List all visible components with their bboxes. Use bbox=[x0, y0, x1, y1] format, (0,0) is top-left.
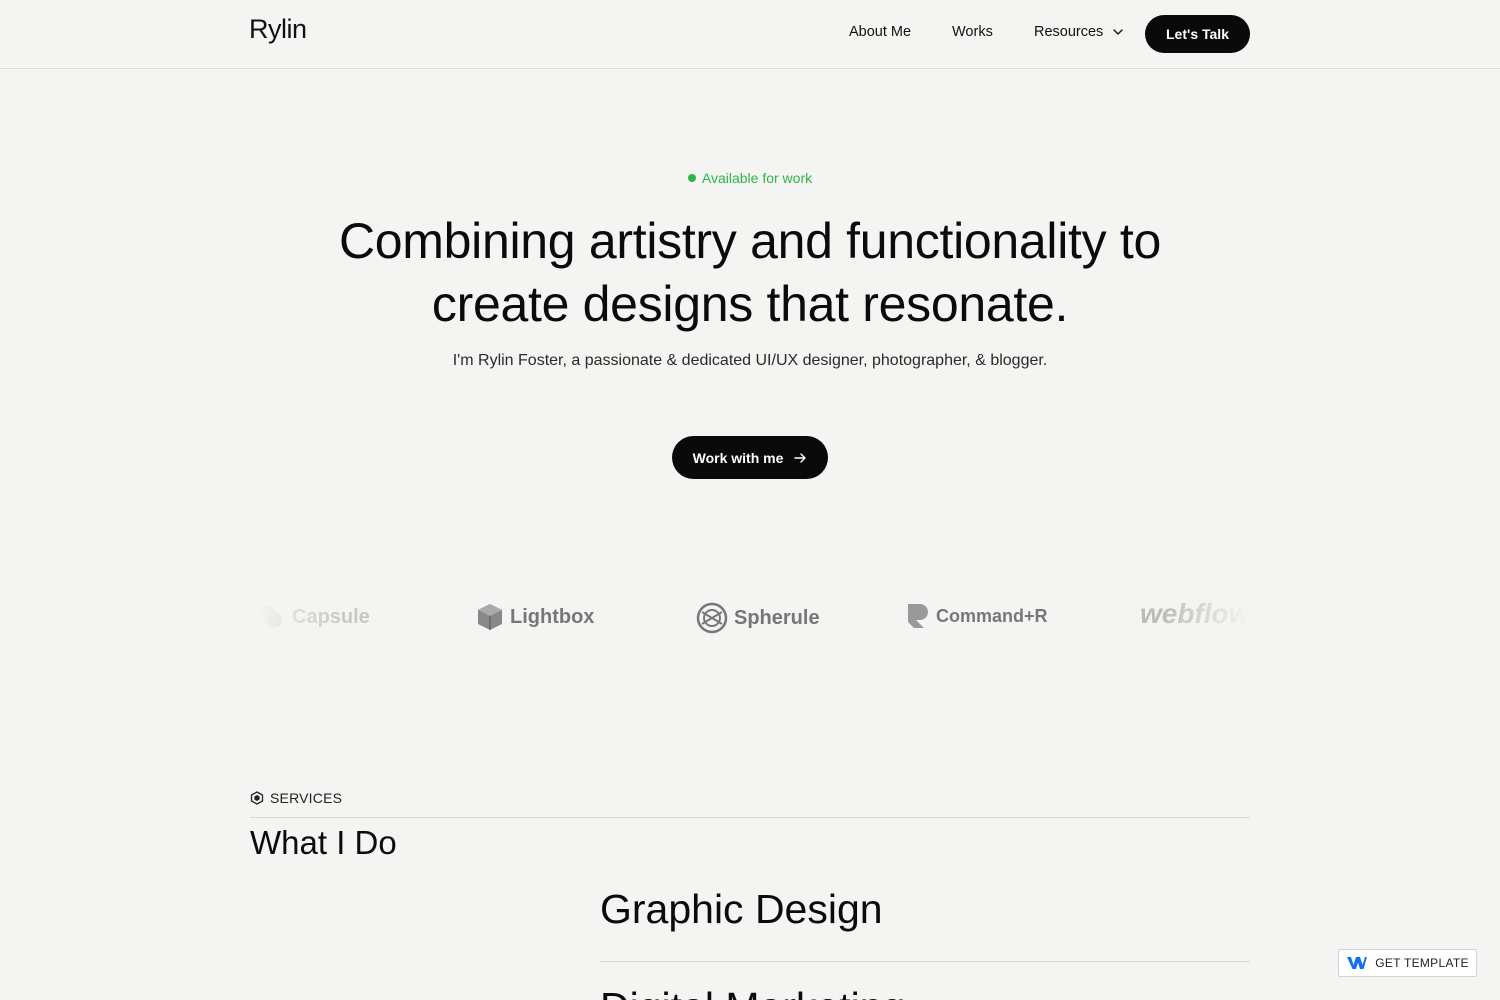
nav-resources-dropdown[interactable]: Resources bbox=[1034, 24, 1125, 40]
arrow-right-icon bbox=[794, 452, 807, 463]
chevron-down-icon bbox=[1113, 29, 1124, 35]
get-template-badge[interactable]: GET TEMPLATE bbox=[1338, 949, 1477, 977]
status-dot-icon bbox=[687, 174, 696, 182]
get-template-label: GET TEMPLATE bbox=[1375, 956, 1469, 970]
hero-title-line-2: create designs that resonate. bbox=[431, 276, 1069, 332]
client-logos-marquee: Capsule Lightbox Spherule Command+R webf… bbox=[250, 590, 1250, 650]
spherule-icon bbox=[696, 602, 728, 634]
logo-command-r-label: Command+R bbox=[936, 605, 1048, 626]
hero-title-line-1: Combining artistry and functionality to bbox=[338, 213, 1162, 269]
hero-title: Combining artistry and functionality to … bbox=[200, 210, 1300, 336]
service-item[interactable]: Digital Marketing bbox=[600, 984, 905, 1000]
section-title: What I Do bbox=[250, 824, 397, 861]
nav-resources-label: Resources bbox=[1034, 24, 1104, 40]
nav-works[interactable]: Works bbox=[952, 24, 993, 40]
logo-command-r: Command+R bbox=[906, 602, 1048, 630]
marquee-fade-right bbox=[1160, 590, 1250, 650]
marquee-fade-left bbox=[250, 590, 340, 650]
navbar: Rylin About Me Works Resources Let's Tal… bbox=[0, 0, 1500, 69]
logo-lightbox-label: Lightbox bbox=[510, 605, 595, 628]
command-r-icon bbox=[908, 604, 928, 628]
section-tag: SERVICES bbox=[250, 790, 342, 806]
section-tag-label: SERVICES bbox=[270, 790, 343, 806]
logo-lightbox: Lightbox bbox=[476, 602, 594, 632]
service-item[interactable]: Graphic Design bbox=[600, 886, 883, 933]
work-with-me-button[interactable]: Work with me bbox=[672, 436, 828, 479]
availability-status: Available for work bbox=[0, 170, 1500, 186]
logo-spherule: Spherule bbox=[696, 602, 820, 634]
lightbox-cube-icon bbox=[478, 604, 502, 630]
hero-subtitle: I'm Rylin Foster, a passionate & dedicat… bbox=[452, 352, 1048, 369]
service-divider bbox=[600, 961, 1250, 962]
section-divider bbox=[250, 817, 1250, 818]
lets-talk-button[interactable]: Let's Talk bbox=[1145, 15, 1250, 53]
nav-about-me[interactable]: About Me bbox=[849, 24, 911, 40]
hexagon-icon bbox=[250, 791, 264, 805]
logo-spherule-label: Spherule bbox=[734, 606, 820, 629]
work-with-me-label: Work with me bbox=[692, 449, 784, 466]
site-logo[interactable]: Rylin bbox=[249, 14, 307, 45]
availability-label: Available for work bbox=[701, 170, 813, 186]
webflow-logo-icon bbox=[1347, 957, 1368, 969]
